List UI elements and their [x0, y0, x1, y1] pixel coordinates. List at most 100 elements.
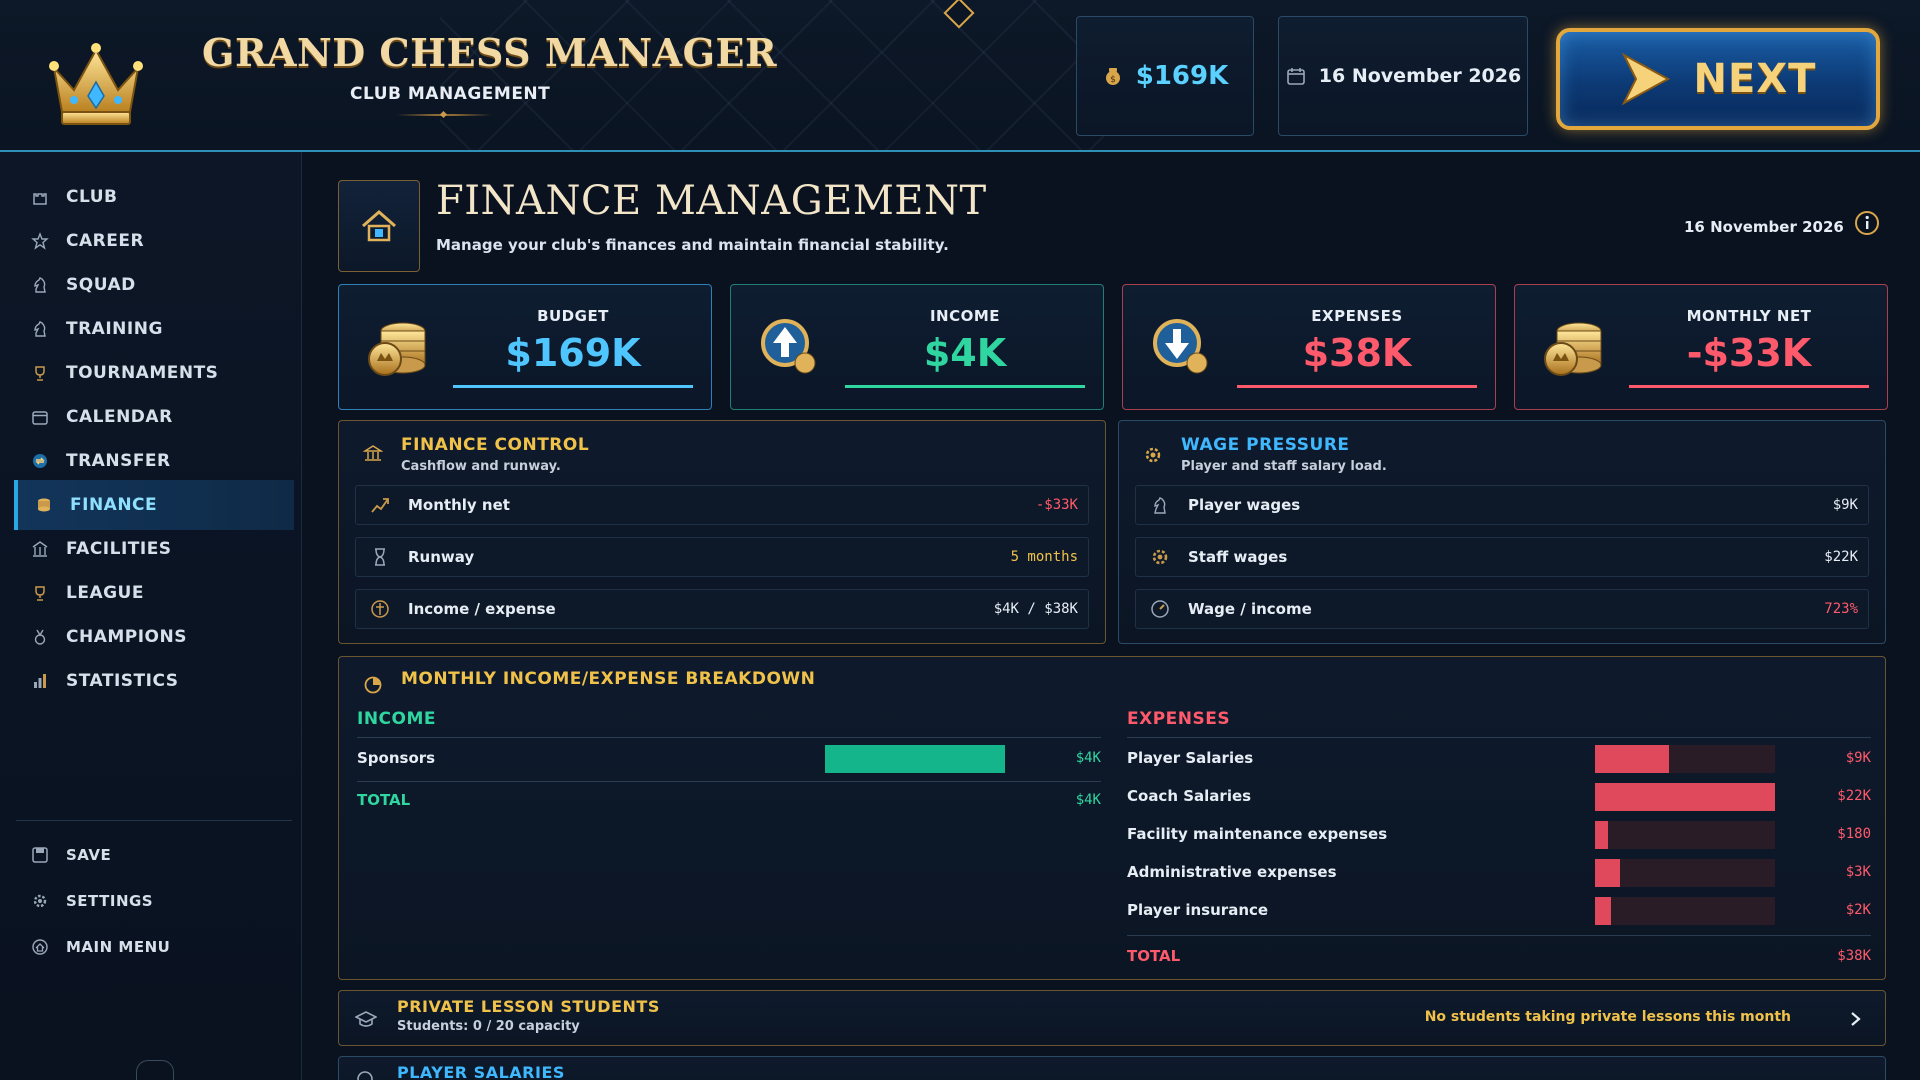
crown-logo-icon [49, 43, 143, 125]
stat-value: $38K [1302, 331, 1412, 375]
trend-icon [370, 495, 390, 515]
stat-card-budget: BUDGET $169K [338, 284, 712, 410]
header-money-value: $169K [1135, 61, 1229, 91]
svg-text:$: $ [1110, 75, 1116, 85]
next-button[interactable]: NEXT [1556, 28, 1880, 130]
save-icon [30, 845, 50, 865]
expense-row-value: $180 [1837, 826, 1871, 842]
expense-bar-track [1595, 821, 1775, 849]
row-label: Runway [408, 548, 475, 566]
castle-icon [30, 187, 50, 207]
calendar-icon [1285, 65, 1307, 87]
expense-bar-fill [1595, 783, 1775, 811]
expenses-total-value: $38K [1837, 948, 1871, 964]
stat-value: $169K [505, 331, 641, 375]
player-salaries-bar[interactable]: PLAYER SALARIES [338, 1056, 1886, 1080]
sidebar-item-calendar[interactable]: CALENDAR [14, 392, 294, 442]
staff-wage-icon [1150, 547, 1170, 567]
expense-bar-track [1595, 859, 1775, 887]
calendar-icon [30, 407, 50, 427]
header-date-box: 16 November 2026 [1278, 16, 1528, 136]
sidebar-item-label: LEAGUE [66, 583, 144, 603]
wage-pressure-panel: WAGE PRESSURE Player and staff salary lo… [1118, 420, 1886, 644]
sidebar-item-label: CLUB [66, 187, 118, 207]
expense-row-label: Facility maintenance expenses [1127, 825, 1388, 843]
expense-row-value: $3K [1845, 864, 1871, 880]
row-value: 5 months [1010, 549, 1078, 565]
expense-row-label: Administrative expenses [1127, 863, 1337, 881]
row-value: -$33K [1035, 497, 1078, 513]
expense-bar-track [1595, 783, 1775, 811]
bank-icon [363, 445, 383, 461]
wage-pressure-title: WAGE PRESSURE [1181, 435, 1350, 455]
sidebar-item-main-menu[interactable]: MAIN MENU [14, 922, 294, 972]
stat-underline [845, 385, 1085, 388]
coin-stack-icon [363, 315, 433, 381]
sidebar-item-statistics[interactable]: STATISTICS [14, 656, 294, 706]
coin-stack-icon [1539, 315, 1609, 381]
income-section-heading: INCOME [357, 709, 437, 729]
sidebar-item-transfer[interactable]: TRANSFER [14, 436, 294, 486]
finance-control-panel: FINANCE CONTROL Cashflow and runway. Mon… [338, 420, 1106, 644]
stat-label: EXPENSES [1311, 307, 1403, 325]
player-salaries-title: PLAYER SALARIES [397, 1063, 565, 1080]
page-title: FINANCE MANAGEMENT [436, 178, 987, 224]
sidebar-item-finance[interactable]: FINANCE [14, 480, 294, 530]
sidebar-item-tournaments[interactable]: TOURNAMENTS [14, 348, 294, 398]
income-total-rule [357, 781, 1101, 782]
sidebar-item-training[interactable]: TRAINING [14, 304, 294, 354]
sidebar-item-facilities[interactable]: FACILITIES [14, 524, 294, 574]
player-wage-icon [1150, 495, 1170, 515]
sidebar-divider [16, 820, 292, 821]
expense-row-label: Player insurance [1127, 901, 1269, 919]
stat-card-monthly-net: MONTHLY NET -$33K [1514, 284, 1888, 410]
sidebar-item-label: TOURNAMENTS [66, 363, 219, 383]
stat-label: MONTHLY NET [1686, 307, 1812, 325]
finance-control-subtitle: Cashflow and runway. [401, 459, 561, 474]
private-lessons-status: No students taking private lessons this … [1424, 1009, 1791, 1025]
sidebar-item-squad[interactable]: SQUAD [14, 260, 294, 310]
finance-control-row-monthly-net: Monthly net -$33K [355, 485, 1089, 525]
app-subtitle: CLUB MANAGEMENT [350, 84, 551, 104]
salary-icon [357, 1071, 373, 1080]
sidebar-item-settings[interactable]: SETTINGS [14, 876, 294, 926]
page-description: Manage your club's finances and maintain… [436, 236, 949, 254]
sidebar-item-champions[interactable]: CHAMPIONS [14, 612, 294, 662]
stat-value: -$33K [1686, 331, 1812, 375]
stat-label: BUDGET [537, 307, 609, 325]
finance-page-icon [338, 180, 420, 272]
stat-underline [1629, 385, 1869, 388]
wage-pressure-row-wage-income: Wage / income 723% [1135, 589, 1869, 629]
row-value: $4K / $38K [993, 601, 1078, 617]
info-icon[interactable] [1854, 210, 1880, 236]
medal-icon [30, 627, 50, 647]
sidebar-item-label: MAIN MENU [66, 938, 171, 956]
private-lessons-bar[interactable]: PRIVATE LESSON STUDENTS Students: 0 / 20… [338, 990, 1886, 1046]
stat-underline [453, 385, 693, 388]
gauge-icon [1150, 599, 1170, 619]
income-bar-fill [825, 745, 1005, 773]
finance-control-row-runway: Runway 5 months [355, 537, 1089, 577]
income-row-label: Sponsors [357, 749, 436, 767]
sidebar-item-league[interactable]: LEAGUE [14, 568, 294, 618]
sidebar-item-career[interactable]: CAREER [14, 216, 294, 266]
sidebar-item-save[interactable]: SAVE [14, 830, 294, 880]
building-icon [30, 539, 50, 559]
row-value: $22K [1824, 549, 1858, 565]
gear-coin-icon [1145, 447, 1161, 463]
stat-label: INCOME [929, 307, 1001, 325]
expense-arrow-icon [1147, 315, 1217, 381]
sidebar-emblem-ornament [136, 1060, 174, 1080]
transfer-icon [30, 451, 50, 471]
expense-row-value: $9K [1845, 750, 1871, 766]
sidebar-item-label: TRANSFER [66, 451, 171, 471]
sidebar-item-label: FACILITIES [66, 539, 172, 559]
star-icon [30, 231, 50, 251]
expense-row-value: $22K [1837, 788, 1871, 804]
header-date-value: 16 November 2026 [1318, 65, 1522, 87]
expense-bar-fill [1595, 821, 1608, 849]
sidebar-item-club[interactable]: CLUB [14, 172, 294, 222]
knight-icon [30, 319, 50, 339]
wage-pressure-subtitle: Player and staff salary load. [1181, 459, 1387, 474]
income-row-value: $4K [1075, 750, 1101, 766]
